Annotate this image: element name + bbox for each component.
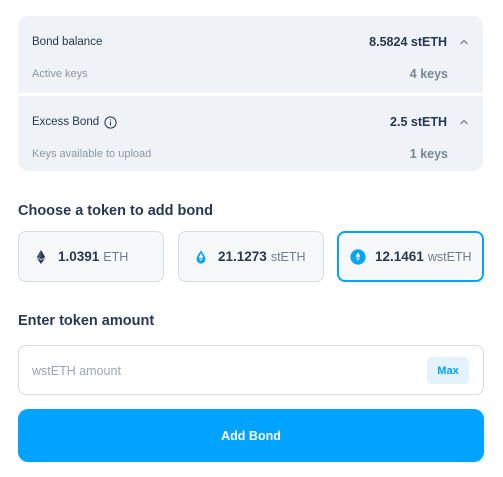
excess-bond-value: 2.5 stETH (390, 115, 447, 129)
token-symbol: stETH (270, 249, 306, 264)
bond-balance-section[interactable]: Bond balance 8.5824 stETH Active keys 4 … (18, 16, 483, 94)
token-selector: 1.0391 ETH 21.1273 stETH 12.1461 wstETH (18, 231, 484, 282)
token-amount-input[interactable] (32, 361, 412, 381)
token-option-eth[interactable]: 1.0391 ETH (18, 231, 164, 282)
chevron-up-icon[interactable] (459, 37, 469, 47)
choose-token-heading: Choose a token to add bond (18, 203, 213, 219)
keys-available-label: Keys available to upload (32, 148, 152, 160)
excess-bond-section[interactable]: Excess Bond 2.5 stETH Keys available to … (18, 96, 483, 171)
token-option-steth[interactable]: 21.1273 stETH (178, 231, 324, 282)
token-amount: 12.1461 (375, 249, 424, 264)
bond-balance-value: 8.5824 stETH (369, 35, 447, 49)
max-button[interactable]: Max (427, 357, 469, 384)
bond-summary-card: Bond balance 8.5824 stETH Active keys 4 … (18, 16, 483, 171)
chevron-up-icon[interactable] (459, 117, 469, 127)
add-bond-button[interactable]: Add Bond (18, 409, 484, 462)
keys-available-value: 1 keys (409, 147, 448, 161)
excess-bond-label: Excess Bond (32, 116, 100, 128)
token-symbol: wstETH (427, 249, 472, 264)
excess-bond-value-group: 2.5 stETH (390, 115, 469, 129)
wsteth-icon (350, 248, 366, 265)
bond-balance-value-group: 8.5824 stETH (369, 35, 469, 49)
token-option-wsteth[interactable]: 12.1461 wstETH (337, 231, 484, 282)
excess-bond-label-group: Excess Bond (32, 115, 117, 129)
token-symbol: ETH (103, 249, 129, 264)
steth-icon (196, 250, 206, 263)
token-amount: 21.1273 (218, 249, 267, 264)
info-icon[interactable] (104, 115, 117, 129)
bond-balance-label: Bond balance (32, 36, 103, 48)
eth-icon (36, 249, 46, 264)
token-amount-field: Max (18, 345, 484, 395)
token-amount: 1.0391 (58, 249, 100, 264)
active-keys-label: Active keys (32, 68, 88, 80)
token-amount-heading: Enter token amount (18, 313, 155, 329)
active-keys-value: 4 keys (409, 67, 448, 81)
